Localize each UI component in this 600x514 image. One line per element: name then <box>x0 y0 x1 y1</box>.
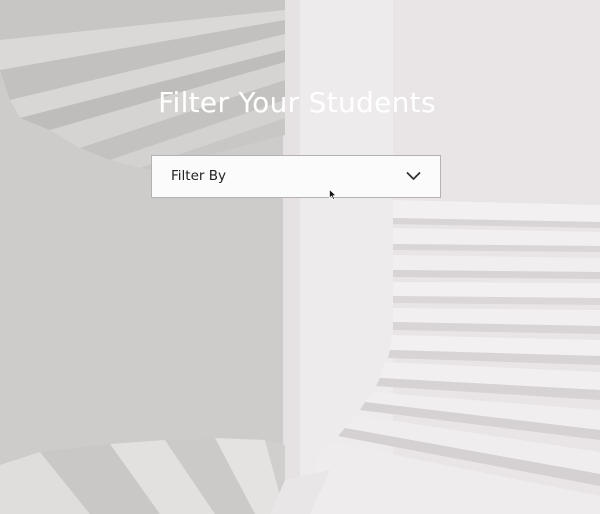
chevron-down-icon[interactable] <box>406 171 421 181</box>
filter-by-label: Filter By <box>171 168 226 184</box>
staircase-background-image <box>0 0 600 514</box>
page-title: Filter Your Students <box>158 86 436 119</box>
mouse-pointer-icon <box>329 189 337 200</box>
filter-by-dropdown[interactable]: Filter By <box>151 155 441 198</box>
page-background: Filter Your Students Filter By <box>0 0 600 514</box>
